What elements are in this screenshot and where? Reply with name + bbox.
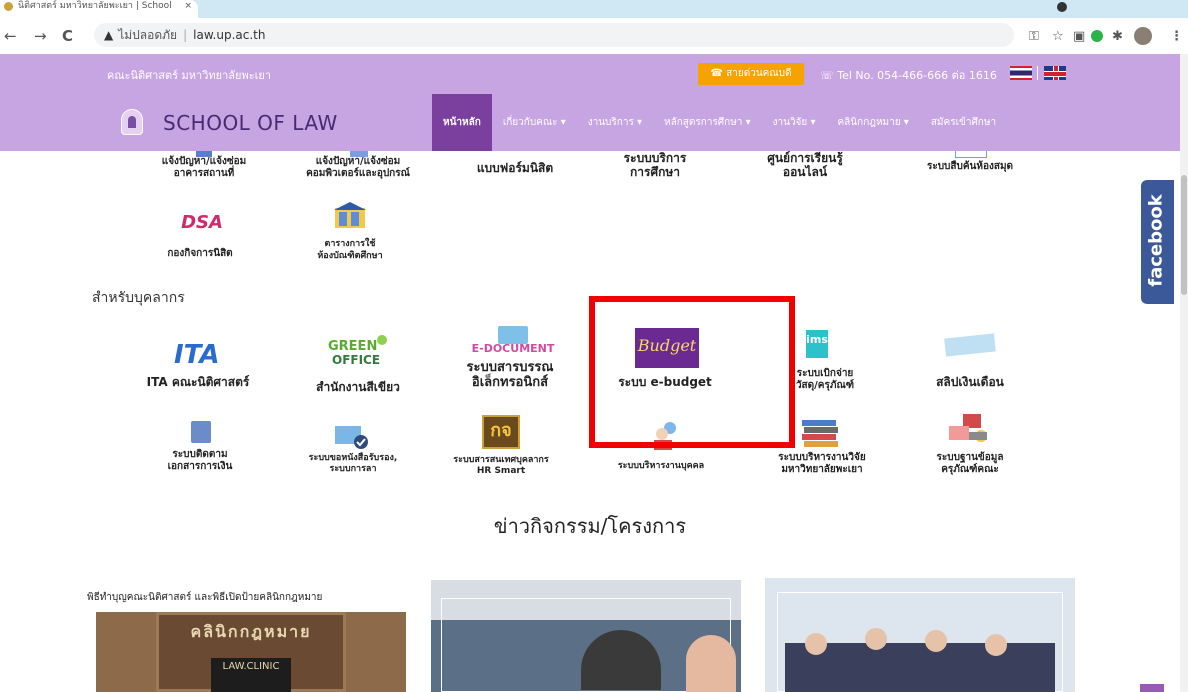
green-office-icon[interactable]: GREEN OFFICE — [320, 330, 392, 372]
uk-flag-icon[interactable] — [1044, 66, 1066, 80]
menu-dots-icon[interactable]: ⋮ — [1170, 29, 1183, 44]
group-people-row — [785, 643, 1055, 692]
faculty-name[interactable]: คณะนิติศาสตร์ มหาวิทยาลัยพะเยา — [107, 66, 271, 84]
menu-item-about[interactable]: เกี่ยวกับคณะ ▾ — [492, 94, 577, 151]
star-icon[interactable]: ☆ — [1052, 29, 1064, 44]
law-clinic-sign-english: LAW.CLINIC — [211, 658, 291, 692]
service-education-label[interactable]: ระบบบริการ การศึกษา — [590, 151, 720, 179]
news-section-title: ข่าวกิจกรรม/โครงการ — [493, 514, 687, 538]
staff-research-label[interactable]: ระบบบริหารงานวิจัย มหาวิทยาลัยพะเยา — [752, 452, 892, 476]
key-icon[interactable]: ⚿ — [1029, 29, 1039, 44]
group-face-2 — [865, 628, 887, 650]
profile-dot-icon[interactable] — [1057, 2, 1067, 12]
service-online-learning-label[interactable]: ศูนย์การเรียนรู้ ออนไลน์ — [725, 151, 885, 179]
group-face-4 — [985, 634, 1007, 656]
tab-title: นิติศาสตร์ มหาวิทยาลัยพะเยา | School — [18, 1, 172, 11]
profile-avatar[interactable] — [1134, 27, 1152, 45]
back-to-top-button[interactable] — [1140, 684, 1164, 692]
reload-icon[interactable]: C — [62, 27, 73, 45]
browser-toolbar: ← → C ▲ ไม่ปลอดภัย | law.up.ac.th ⚿ ☆ ▣ ✱ ⋮ — [0, 18, 1188, 55]
service-library-label[interactable]: ระบบสืบค้นห้องสมุด — [900, 161, 1040, 173]
browser-tab[interactable]: นิติศาสตร์ มหาวิทยาลัยพะเยา | School × — [0, 0, 198, 18]
service-grad-room-label[interactable]: ตารางการใช้ ห้องบัณฑิตศึกษา — [283, 238, 417, 262]
staff-equipment-label[interactable]: ระบบฐานข้อมูล ครุภัณฑ์คณะ — [900, 452, 1040, 476]
page-scrollbar-track[interactable] — [1180, 54, 1188, 692]
facebook-side-tab[interactable]: facebook — [1141, 180, 1174, 304]
menu-item-curriculum[interactable]: หลักสูตรการศึกษา ▾ — [653, 94, 762, 151]
address-separator: | — [183, 28, 188, 42]
green-extension-icon[interactable] — [1091, 30, 1103, 42]
e-document-screen-icon — [498, 326, 528, 344]
main-menu: หน้าหลัก เกี่ยวกับคณะ ▾ งานบริการ ▾ หลัก… — [432, 94, 1007, 151]
facebook-label: facebook — [1145, 194, 1167, 287]
service-student-affairs-label[interactable]: กองกิจการนิสิต — [130, 248, 270, 260]
forward-icon[interactable]: → — [34, 27, 47, 45]
news-card-caption[interactable]: พิธีทำบุญคณะนิติศาสตร์ และพิธีเปิดป้ายคล… — [87, 590, 407, 605]
ims-logo-icon[interactable]: ims — [806, 330, 828, 358]
url-text[interactable]: law.up.ac.th — [193, 28, 265, 42]
thai-flag-icon[interactable] — [1010, 66, 1032, 80]
menu-item-home[interactable]: หน้าหลัก — [432, 94, 492, 151]
browser-tabstrip: นิติศาสตร์ มหาวิทยาลัยพะเยา | School × — [0, 0, 1188, 18]
svg-text:GREEN: GREEN — [328, 339, 377, 354]
graduate-room-icon[interactable] — [333, 200, 367, 230]
service-building-repair-label[interactable]: แจ้งปัญหา/แจ้งซ่อม อาคารสถานที่ — [134, 156, 274, 180]
e-budget-highlight-box — [589, 296, 795, 448]
hr-smart-logo-icon[interactable]: กจ — [482, 415, 520, 449]
staff-e-document-label[interactable]: ระบบสารบรรณ อิเล็กทรอนิกส์ — [430, 360, 590, 390]
warning-icon: ▲ — [104, 28, 114, 42]
staff-section-title: สำหรับบุคลากร — [92, 290, 185, 306]
tab-close-icon[interactable]: × — [184, 0, 192, 12]
site-name[interactable]: SCHOOL OF LAW — [163, 111, 338, 135]
staff-ita-label[interactable]: ITA คณะนิติศาสตร์ — [118, 375, 278, 389]
menu-item-admission[interactable]: สมัครเข้าศึกษา — [920, 94, 1007, 151]
library-search-icon[interactable] — [955, 151, 987, 158]
meeting-person-foreground — [686, 635, 736, 692]
staff-finance-tracking-label[interactable]: ระบบติดตาม เอกสารการเงิน — [130, 449, 270, 473]
staff-hr-smart-label[interactable]: ระบบสารสนเทศบุคลากร HR Smart — [436, 455, 566, 477]
menu-item-research[interactable]: งานวิจัย ▾ — [762, 94, 827, 151]
flag-divider — [1037, 66, 1038, 80]
news-card-image-group[interactable] — [765, 578, 1075, 692]
telephone-number: ☏ Tel No. 054-466-666 ต่อ 1616 — [820, 69, 997, 82]
staff-personnel-label[interactable]: ระบบบริหารงานบุคคล — [596, 460, 726, 472]
news-card-image-meeting[interactable] — [431, 580, 741, 692]
site-favicon-icon — [4, 2, 13, 11]
university-logo-icon[interactable] — [121, 109, 143, 135]
back-icon[interactable]: ← — [4, 27, 17, 45]
equipment-database-icon[interactable] — [945, 412, 993, 444]
e-document-logo-icon[interactable]: E-DOCUMENT — [468, 342, 558, 358]
payslip-icon[interactable] — [944, 333, 996, 357]
staff-certificate-label[interactable]: ระบบขอหนังสือรับรอง, ระบบการลา — [278, 453, 428, 475]
menu-item-law-clinic[interactable]: คลินิกกฎหมาย ▾ — [826, 94, 919, 151]
extension-icon[interactable]: ▣ — [1073, 29, 1085, 44]
research-management-icon[interactable] — [800, 418, 840, 448]
insecure-label: ไม่ปลอดภัย — [118, 28, 178, 42]
news-card-image-law-clinic[interactable]: คลินิกกฎหมาย LAW.CLINIC — [96, 612, 406, 692]
menu-item-services[interactable]: งานบริการ ▾ — [577, 94, 653, 151]
law-clinic-sign-thai: คลินิกกฎหมาย — [190, 622, 312, 641]
group-face-3 — [925, 630, 947, 652]
site-navbar: SCHOOL OF LAW หน้าหลัก เกี่ยวกับคณะ ▾ งา… — [0, 94, 1180, 151]
certificate-request-icon[interactable] — [333, 420, 371, 450]
ita-logo-icon[interactable]: ITA — [174, 340, 230, 370]
page-scrollbar-thumb[interactable] — [1181, 175, 1187, 295]
staff-green-office-label[interactable]: สำนักงานสีเขียว — [283, 380, 433, 394]
finance-tracking-icon[interactable] — [191, 421, 211, 443]
service-student-forms-label[interactable]: แบบฟอร์มนิสิต — [440, 161, 590, 175]
site-topbar: คณะนิติศาสตร์ มหาวิทยาลัยพะเยา ☎ สายด่วน… — [0, 54, 1180, 94]
puzzle-icon[interactable]: ✱ — [1112, 29, 1123, 44]
group-face-1 — [805, 633, 827, 655]
dsa-logo-icon[interactable]: DSA — [172, 212, 232, 236]
address-bar[interactable]: ▲ ไม่ปลอดภัย | law.up.ac.th — [94, 23, 1014, 47]
svg-text:OFFICE: OFFICE — [332, 353, 380, 367]
service-computer-repair-label[interactable]: แจ้งปัญหา/แจ้งซ่อม คอมพิวเตอร์และอุปกรณ์ — [288, 156, 428, 180]
hotline-button[interactable]: ☎ สายด่วนคณบดี — [698, 63, 804, 85]
staff-payslip-label[interactable]: สลิปเงินเดือน — [900, 375, 1040, 389]
